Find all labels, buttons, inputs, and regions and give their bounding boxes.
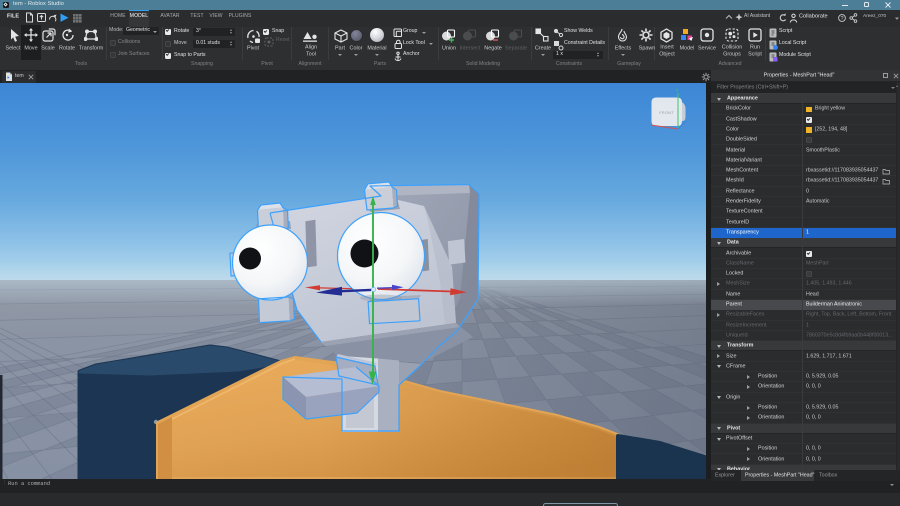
svg-text:Y: Y <box>676 88 679 93</box>
svg-text:FRONT: FRONT <box>659 110 674 115</box>
